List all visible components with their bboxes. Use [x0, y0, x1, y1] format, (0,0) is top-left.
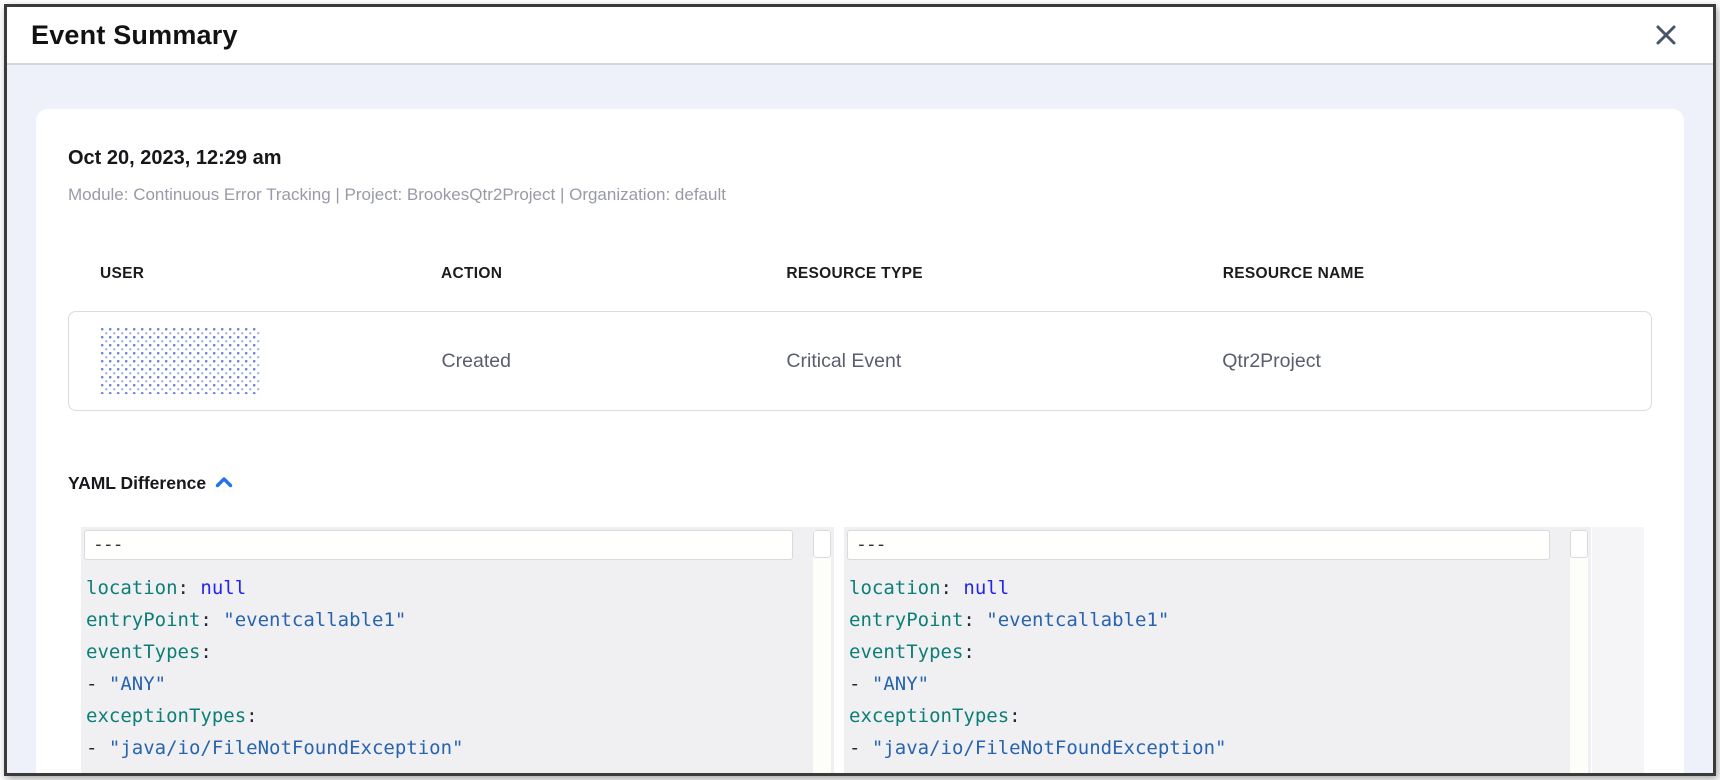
yaml-separator-row: ---	[847, 530, 1550, 560]
yaml-code-line: exceptionTypes:	[86, 700, 824, 732]
event-meta: Module: Continuous Error Tracking | Proj…	[68, 185, 1652, 205]
panel-vertical-scrollbar[interactable]	[813, 530, 831, 773]
scrollbar-corner	[1570, 530, 1588, 558]
resource-name-cell: Qtr2Project	[1222, 350, 1651, 373]
yaml-diff-container: --- location: nullentryPoint: "eventcall…	[81, 527, 1652, 773]
yaml-code-line: entryPoint: "eventcallable1"	[86, 604, 824, 636]
yaml-code-line: exceptionTypes:	[849, 700, 1581, 732]
yaml-difference-label: YAML Difference	[68, 473, 206, 494]
table-header-row: USER ACTION RESOURCE TYPE RESOURCE NAME	[68, 265, 1652, 283]
yaml-code-line: - "java/io/FileNotFoundException"	[849, 732, 1581, 764]
column-header-action: ACTION	[441, 265, 786, 283]
modal-title: Event Summary	[31, 20, 238, 51]
scrollbar-corner	[813, 530, 831, 558]
table-row: Created Critical Event Qtr2Project	[68, 311, 1652, 411]
close-icon	[1653, 36, 1679, 51]
chevron-up-icon	[215, 475, 233, 493]
yaml-code-lines: location: nullentryPoint: "eventcallable…	[844, 560, 1591, 764]
user-redacted-pattern	[101, 328, 261, 394]
event-summary-modal: Event Summary Oct 20, 2023, 12:29 am Mod…	[4, 4, 1716, 776]
modal-body: Oct 20, 2023, 12:29 am Module: Continuou…	[7, 65, 1713, 773]
action-cell: Created	[442, 350, 787, 373]
resource-type-cell: Critical Event	[786, 350, 1222, 373]
column-header-resource-type: RESOURCE TYPE	[786, 265, 1222, 283]
yaml-code-line: eventTypes:	[849, 636, 1581, 668]
panel-vertical-scrollbar[interactable]	[1570, 530, 1588, 773]
yaml-code-line: - "java/io/FileNotFoundException"	[86, 732, 824, 764]
yaml-code-line: - "ANY"	[849, 668, 1581, 700]
yaml-difference-toggle[interactable]: YAML Difference	[68, 473, 233, 494]
yaml-panel-before: --- location: nullentryPoint: "eventcall…	[81, 527, 834, 773]
yaml-code-line: entryPoint: "eventcallable1"	[849, 604, 1581, 636]
user-cell	[69, 328, 442, 394]
close-button[interactable]	[1649, 18, 1683, 52]
event-timestamp: Oct 20, 2023, 12:29 am	[68, 147, 1652, 170]
yaml-code-line: location: null	[849, 572, 1581, 604]
yaml-code-line: - "ANY"	[86, 668, 824, 700]
modal-header: Event Summary	[7, 7, 1713, 65]
container-vertical-scrollbar[interactable]	[1592, 527, 1644, 773]
yaml-panel-after: --- location: nullentryPoint: "eventcall…	[844, 527, 1591, 773]
yaml-code-lines: location: nullentryPoint: "eventcallable…	[81, 560, 834, 764]
yaml-separator-row: ---	[84, 530, 793, 560]
event-card: Oct 20, 2023, 12:29 am Module: Continuou…	[36, 109, 1684, 773]
column-header-user: USER	[68, 265, 441, 283]
yaml-code-line: eventTypes:	[86, 636, 824, 668]
yaml-code-line: location: null	[86, 572, 824, 604]
column-header-resource-name: RESOURCE NAME	[1223, 265, 1652, 283]
